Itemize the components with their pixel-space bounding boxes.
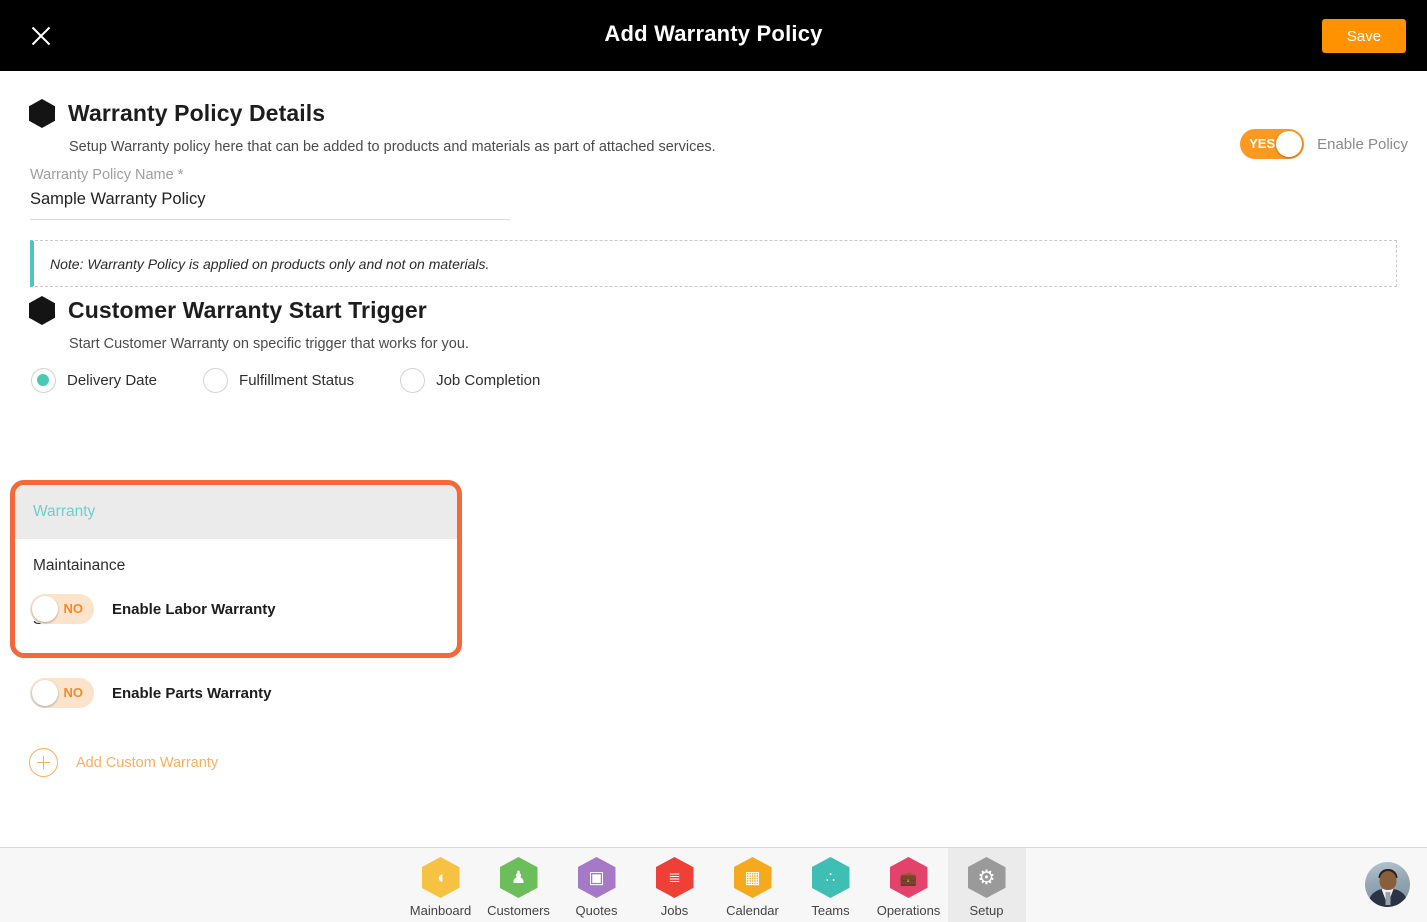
radio-option-job-completion[interactable]: Job Completion	[400, 368, 540, 393]
enable-labor-warranty-toggle[interactable]: NO	[30, 594, 94, 624]
enable-policy-toggle[interactable]: YES	[1240, 129, 1305, 159]
hexagon-bullet-icon	[29, 99, 55, 128]
dropdown-option-maintainance[interactable]: Maintainance	[15, 539, 457, 593]
nav-item-customers[interactable]: ♟ Customers	[480, 848, 558, 922]
dropdown-option-warranty[interactable]: Warranty	[15, 485, 457, 539]
top-bar: Add Warranty Policy Save	[0, 0, 1427, 71]
nav-label: Teams	[811, 903, 850, 918]
main-content: Warranty Policy Details Setup Warranty p…	[0, 71, 1427, 847]
gear-icon: ⚙	[967, 857, 1006, 898]
mainboard-icon: ◖	[421, 857, 460, 898]
nav-label: Setup	[969, 903, 1004, 918]
bottom-navigation-bar: ◖ Mainboard ♟ Customers ▣ Quotes ≣ Jobs …	[0, 847, 1427, 922]
nav-label: Mainboard	[409, 903, 472, 918]
nav-label: Operations	[876, 903, 941, 918]
warranty-policy-details-subtitle: Setup Warranty policy here that can be a…	[69, 139, 716, 155]
enable-parts-warranty-toggle[interactable]: NO	[30, 678, 94, 708]
toggle-knob	[32, 596, 58, 622]
radio-label: Job Completion	[436, 372, 541, 389]
enable-policy-toggle-state: YES	[1249, 136, 1276, 151]
radio-icon	[31, 368, 56, 393]
nav-label: Customers	[487, 903, 550, 918]
enable-policy-label: Enable Policy	[1317, 135, 1408, 153]
nav-item-jobs[interactable]: ≣ Jobs	[636, 848, 714, 922]
toggle-knob	[1276, 131, 1303, 157]
nav-item-quotes[interactable]: ▣ Quotes	[558, 848, 636, 922]
add-custom-warranty-label: Add Custom Warranty	[76, 754, 219, 771]
warranty-type-dropdown-list[interactable]: Warranty Maintainance SLA	[15, 485, 457, 653]
enable-parts-warranty-label: Enable Parts Warranty	[112, 684, 272, 702]
nav-label: Calendar	[726, 903, 779, 918]
nav-label: Jobs	[660, 903, 689, 918]
radio-icon	[203, 368, 229, 393]
section-title: Customer Warranty Start Trigger	[68, 297, 427, 323]
start-trigger-heading: Customer Warranty Start Trigger	[29, 296, 427, 325]
section-title: Warranty Policy Details	[68, 100, 326, 126]
teams-icon: ∴	[811, 857, 850, 898]
enable-policy-row: YES Enable Policy	[1240, 129, 1408, 159]
jobs-icon: ≣	[655, 857, 694, 898]
enable-labor-warranty-label: Enable Labor Warranty	[112, 600, 276, 618]
hexagon-bullet-icon	[29, 296, 55, 325]
avatar[interactable]	[1365, 862, 1410, 907]
labor-toggle-state: NO	[63, 601, 84, 616]
nav-items: ◖ Mainboard ♟ Customers ▣ Quotes ≣ Jobs …	[0, 848, 1427, 922]
nav-item-teams[interactable]: ∴ Teams	[792, 848, 870, 922]
warranty-policy-details-heading: Warranty Policy Details	[29, 99, 325, 128]
radio-icon	[400, 368, 426, 393]
start-trigger-subtitle: Start Customer Warranty on specific trig…	[69, 336, 469, 352]
radio-label: Fulfillment Status	[239, 372, 355, 389]
enable-labor-warranty-row: NO Enable Labor Warranty	[30, 594, 276, 624]
note-banner: Note: Warranty Policy is applied on prod…	[30, 240, 1397, 287]
nav-item-setup[interactable]: ⚙ Setup	[947, 848, 1026, 922]
customers-icon: ♟	[499, 857, 538, 898]
policy-name-field-group: Warranty Policy Name *	[30, 167, 510, 220]
nav-label: Quotes	[575, 903, 618, 918]
enable-parts-warranty-row: NO Enable Parts Warranty	[30, 678, 272, 708]
operations-icon: 💼	[889, 857, 928, 898]
nav-item-operations[interactable]: 💼 Operations	[870, 848, 948, 922]
nav-item-mainboard[interactable]: ◖ Mainboard	[402, 848, 480, 922]
field-underline	[30, 219, 510, 220]
policy-name-label: Warranty Policy Name *	[30, 167, 184, 183]
add-custom-warranty-button[interactable]: Add Custom Warranty	[29, 748, 218, 777]
plus-circle-icon	[29, 748, 58, 777]
quotes-icon: ▣	[577, 857, 616, 898]
page-title: Add Warranty Policy	[604, 21, 823, 46]
policy-name-input[interactable]	[30, 190, 510, 209]
parts-toggle-state: NO	[63, 685, 84, 700]
calendar-icon: ▦	[733, 857, 772, 898]
radio-label: Delivery Date	[67, 372, 158, 389]
radio-option-fulfillment-status[interactable]: Fulfillment Status	[203, 368, 354, 393]
toggle-knob	[32, 680, 58, 706]
note-text: Note: Warranty Policy is applied on prod…	[50, 255, 490, 272]
nav-item-calendar[interactable]: ▦ Calendar	[714, 848, 792, 922]
save-button[interactable]: Save	[1322, 19, 1406, 53]
trigger-radio-group: Delivery Date Fulfillment Status Job Com…	[31, 368, 540, 393]
radio-option-delivery-date[interactable]: Delivery Date	[31, 368, 157, 393]
